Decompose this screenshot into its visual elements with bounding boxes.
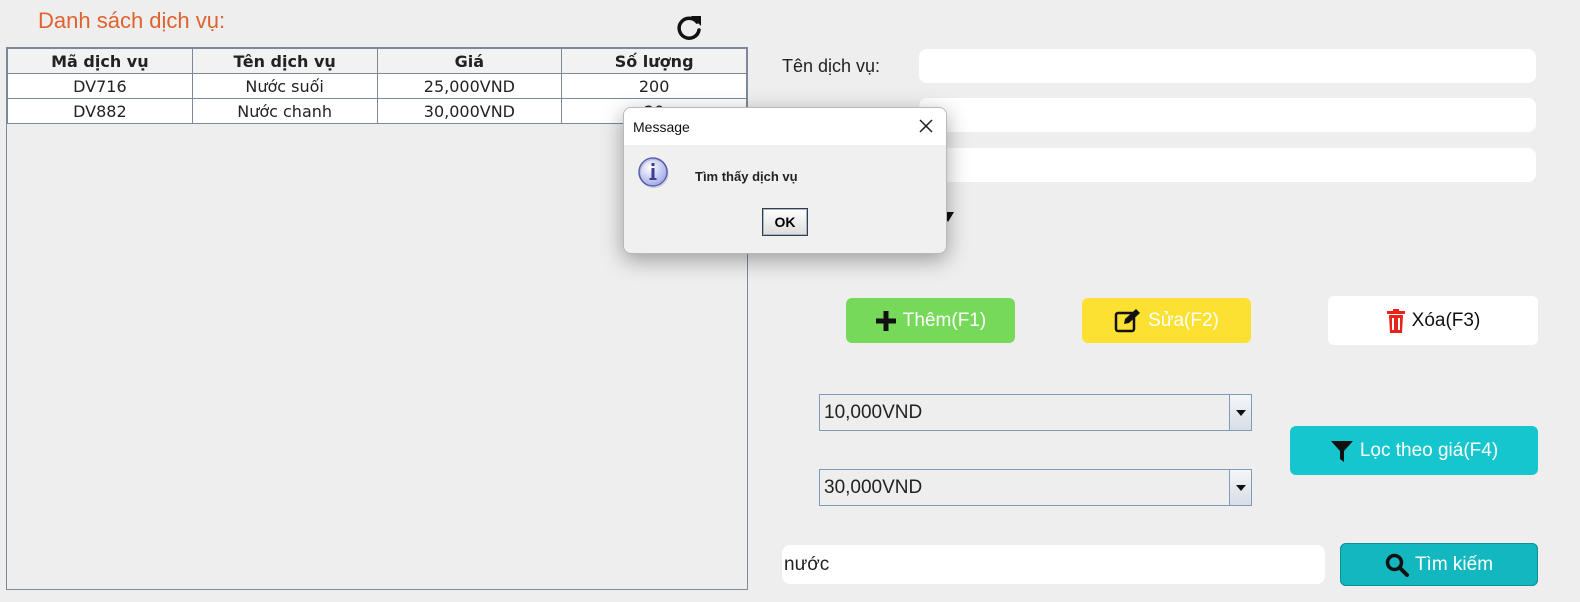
table-cell[interactable]: 30,000VND bbox=[376, 98, 563, 124]
max-price-select[interactable]: 30,000VND bbox=[819, 469, 1252, 506]
delete-button-label: Xóa(F3) bbox=[1411, 309, 1481, 331]
max-price-value: 30,000VND bbox=[824, 476, 923, 498]
service-name-label: Tên dịch vụ: bbox=[782, 56, 881, 76]
ok-button[interactable]: OK bbox=[762, 208, 808, 236]
add-button-label: Thêm(F1) bbox=[902, 309, 987, 331]
column-header[interactable]: Mã dịch vụ bbox=[7, 48, 193, 74]
trash-icon bbox=[1386, 308, 1405, 333]
service-field-3-input[interactable] bbox=[919, 148, 1536, 182]
search-input[interactable]: nước bbox=[782, 545, 1325, 584]
edit-icon bbox=[1114, 308, 1141, 332]
column-header[interactable]: Giá bbox=[376, 48, 563, 74]
table-cell[interactable]: 200 bbox=[561, 73, 747, 99]
table-cell[interactable]: 25,000VND bbox=[376, 73, 563, 99]
column-header[interactable]: Số lượng bbox=[561, 48, 747, 74]
chevron-down-icon[interactable] bbox=[1229, 470, 1251, 505]
table-cell[interactable]: DV716 bbox=[7, 73, 193, 99]
filter-icon bbox=[1330, 440, 1353, 462]
table-cell[interactable]: DV882 bbox=[7, 98, 193, 124]
edit-button-label: Sửa(F2) bbox=[1148, 309, 1219, 331]
filter-button[interactable]: Lọc theo giá(F4) bbox=[1290, 426, 1538, 475]
close-icon[interactable] bbox=[918, 118, 934, 134]
search-button-label: Tìm kiếm bbox=[1414, 553, 1494, 575]
column-header[interactable]: Tên dịch vụ bbox=[191, 48, 378, 74]
min-price-value: 10,000VND bbox=[824, 401, 923, 423]
page-title: Danh sách dịch vụ: bbox=[38, 8, 226, 33]
chevron-down-icon[interactable] bbox=[1229, 395, 1251, 430]
refresh-icon[interactable] bbox=[675, 12, 703, 42]
dialog-title: Message bbox=[633, 118, 690, 135]
table-cell[interactable]: Nước chanh bbox=[191, 98, 378, 124]
table-row[interactable]: DV716 Nước suối 25,000VND 200 bbox=[7, 73, 747, 99]
add-button[interactable]: Thêm(F1) bbox=[846, 298, 1015, 343]
search-icon bbox=[1385, 553, 1409, 577]
delete-button[interactable]: Xóa(F3) bbox=[1328, 296, 1538, 345]
table-cell[interactable]: Nước suối bbox=[191, 73, 378, 99]
edit-button[interactable]: Sửa(F2) bbox=[1082, 298, 1251, 343]
info-icon bbox=[637, 156, 671, 194]
service-field-2-input[interactable] bbox=[919, 98, 1536, 132]
dialog-message: Tìm thấy dịch vụ bbox=[695, 169, 798, 184]
search-button[interactable]: Tìm kiếm bbox=[1340, 543, 1538, 586]
dialog-title-bar[interactable]: Message bbox=[624, 108, 946, 145]
message-dialog: Message Tìm thấy dịch vụ OK bbox=[623, 107, 947, 254]
filter-button-label: Lọc theo giá(F4) bbox=[1359, 439, 1499, 461]
min-price-select[interactable]: 10,000VND bbox=[819, 394, 1252, 431]
plus-icon bbox=[875, 310, 896, 331]
service-name-input[interactable] bbox=[919, 49, 1536, 83]
